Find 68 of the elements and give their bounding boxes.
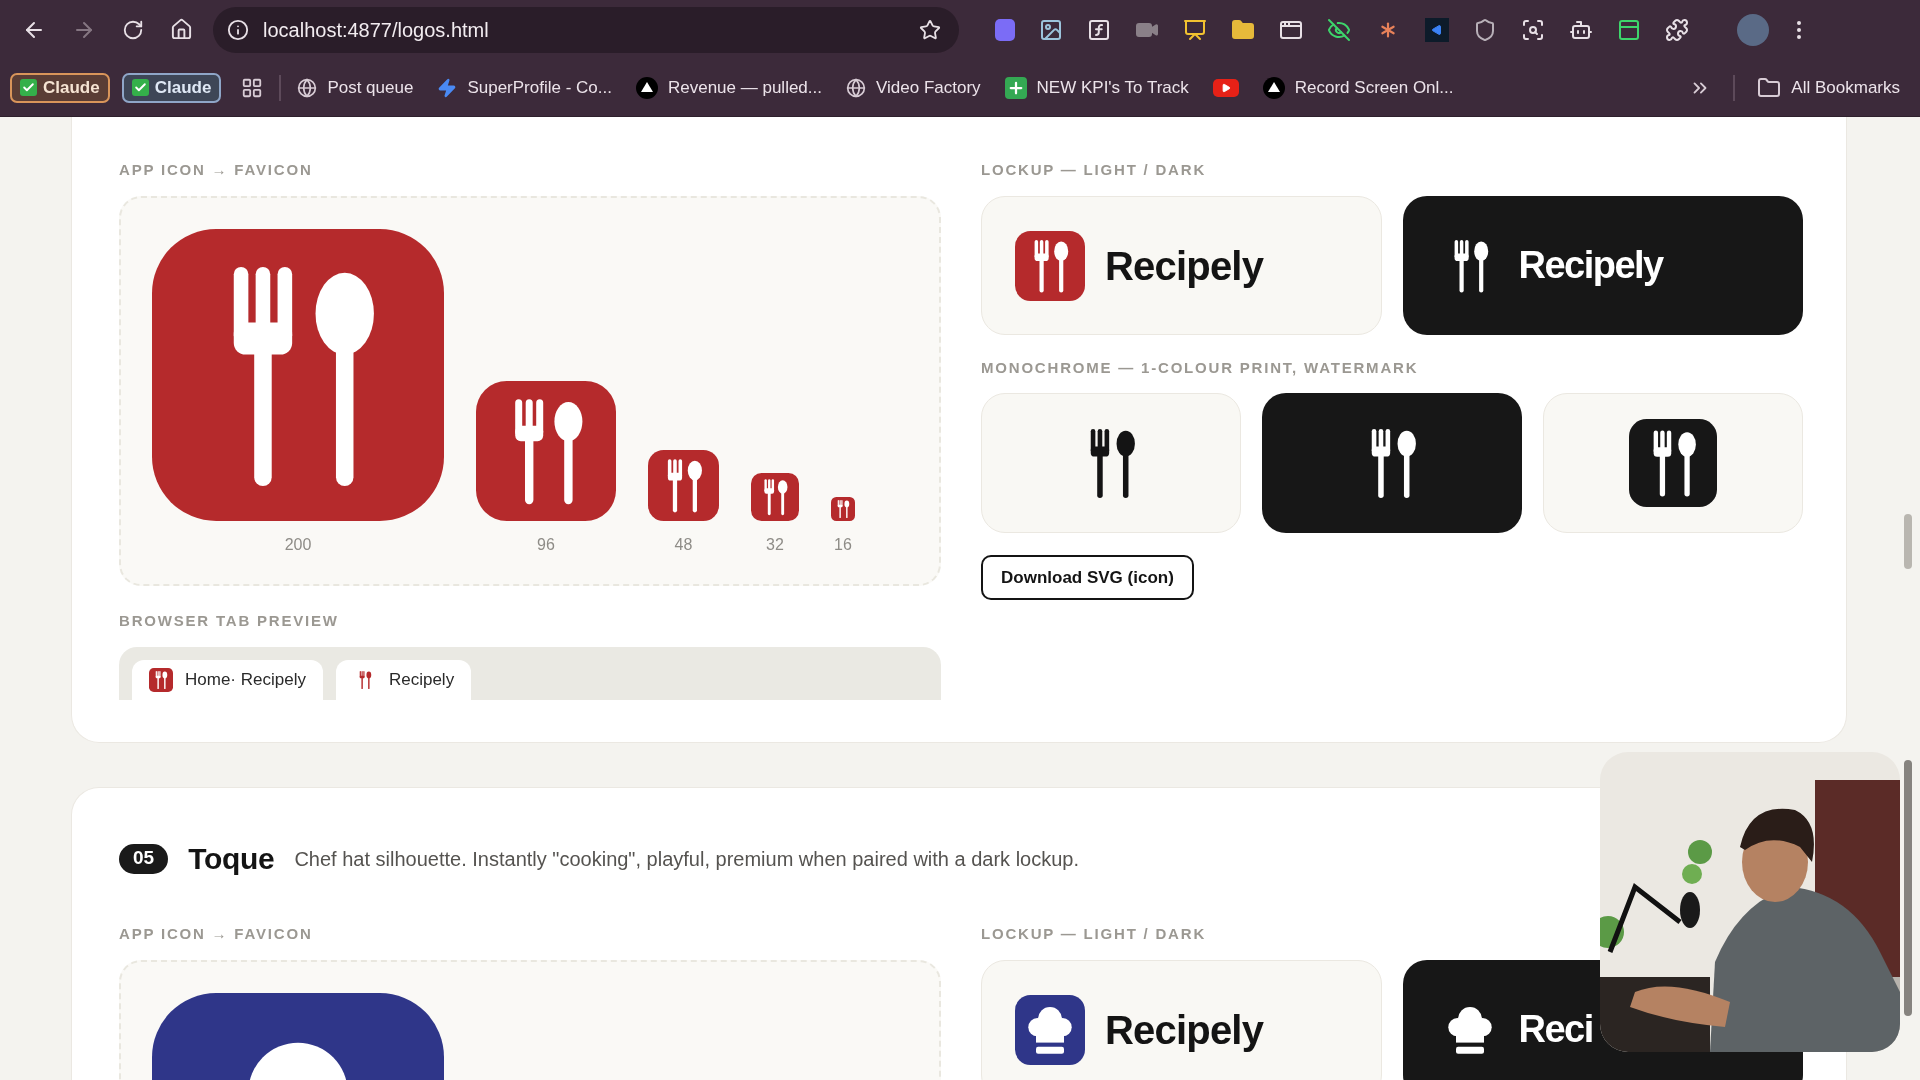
browser-tab[interactable]: Home· Recipely bbox=[132, 660, 323, 700]
size-label: 48 bbox=[674, 535, 693, 555]
brand-name: Reci bbox=[1518, 1007, 1593, 1052]
magnifier-icon[interactable] bbox=[1521, 17, 1545, 42]
size-label: 96 bbox=[537, 535, 555, 555]
brand-name: Recipely bbox=[1105, 242, 1264, 290]
globe-icon bbox=[297, 77, 318, 98]
folder-icon bbox=[1757, 75, 1782, 100]
size-label: 200 bbox=[284, 535, 312, 555]
eye-off-icon[interactable] bbox=[1327, 17, 1351, 42]
section-label: LOCKUP — LIGHT / DARK bbox=[981, 925, 1208, 943]
function-icon[interactable] bbox=[1087, 17, 1111, 42]
bookmark-item[interactable]: Video Factory bbox=[846, 74, 981, 101]
bookmark-item[interactable]: SuperProfile - Co... bbox=[437, 74, 612, 101]
size-label: 16 bbox=[834, 535, 852, 555]
avatar[interactable] bbox=[1737, 13, 1769, 46]
fork-spoon-icon bbox=[476, 381, 616, 521]
fork-spoon-icon bbox=[751, 473, 799, 521]
play-icon[interactable] bbox=[1425, 17, 1449, 42]
download-button[interactable]: Download SVG (icon) bbox=[981, 555, 1194, 600]
reload-icon[interactable] bbox=[122, 18, 144, 41]
scrollbar-thumb[interactable] bbox=[1904, 760, 1912, 1016]
fork-spoon-icon bbox=[648, 450, 719, 521]
folder-icon[interactable] bbox=[1231, 17, 1255, 42]
info-icon[interactable] bbox=[227, 18, 249, 41]
tab-group-chip[interactable]: Claude bbox=[121, 72, 222, 103]
bookmark-star-icon[interactable] bbox=[919, 18, 941, 41]
shield-icon[interactable] bbox=[1473, 17, 1497, 42]
bookmark-item[interactable]: Revenue — pulled... bbox=[635, 74, 822, 101]
fork-spoon-icon bbox=[1629, 419, 1717, 507]
tab-group-chip[interactable]: Claude bbox=[10, 72, 110, 103]
section-label: APP ICON → FAVICON bbox=[119, 161, 314, 179]
bookmark-item[interactable]: Post queue bbox=[297, 74, 414, 101]
brand-name: Recipely bbox=[1105, 1006, 1264, 1054]
play-icon bbox=[1212, 78, 1239, 97]
extensions-icon[interactable] bbox=[1665, 17, 1689, 42]
scrollbar-thumb[interactable] bbox=[1904, 514, 1912, 569]
apps-icon[interactable] bbox=[241, 76, 264, 99]
chef-hat-icon bbox=[1015, 994, 1085, 1065]
section-label: LOCKUP — LIGHT / DARK bbox=[981, 161, 1208, 179]
bolt-icon bbox=[437, 77, 458, 98]
size-label: 32 bbox=[766, 535, 784, 555]
fork-spoon-icon bbox=[1015, 230, 1085, 301]
brand-name: Recipely bbox=[1518, 243, 1663, 288]
section-label: APP ICON → FAVICON bbox=[119, 925, 314, 943]
section-label: BROWSER TAB PREVIEW bbox=[119, 612, 340, 630]
concept-description: Chef hat silhouette. Instantly "cooking", playful, premium when paired with a dark lockup. bbox=[294, 846, 1079, 872]
number-badge: 05 bbox=[119, 843, 169, 874]
chart-icon[interactable] bbox=[1183, 17, 1207, 42]
image-icon[interactable] bbox=[1039, 17, 1063, 42]
check-icon bbox=[20, 79, 37, 96]
section-label: MONOCHROME — 1-COLOUR PRINT, WATERMARK bbox=[981, 359, 1420, 377]
home-icon[interactable] bbox=[170, 18, 193, 41]
check-icon bbox=[131, 79, 149, 96]
concept-title: Toque bbox=[188, 841, 275, 877]
browser-tab[interactable]: Recipely bbox=[335, 660, 472, 700]
panel-icon[interactable] bbox=[1617, 17, 1641, 42]
bookmark-item[interactable]: Record Screen Onl... bbox=[1262, 74, 1454, 101]
plus-icon bbox=[1004, 76, 1027, 99]
globe-icon bbox=[846, 77, 866, 98]
address-bar[interactable]: localhost:4877/logos.html bbox=[213, 6, 959, 53]
fork-spoon-icon bbox=[149, 668, 173, 692]
square-icon[interactable] bbox=[995, 18, 1015, 41]
all-bookmarks-button[interactable]: All Bookmarks bbox=[1757, 74, 1900, 101]
url-text: localhost:4877/logos.html bbox=[263, 17, 490, 43]
bookmark-item[interactable] bbox=[1212, 78, 1239, 97]
bookmark-item[interactable]: NEW KPI's To Track bbox=[1004, 74, 1189, 101]
fork-spoon-icon bbox=[831, 497, 855, 521]
